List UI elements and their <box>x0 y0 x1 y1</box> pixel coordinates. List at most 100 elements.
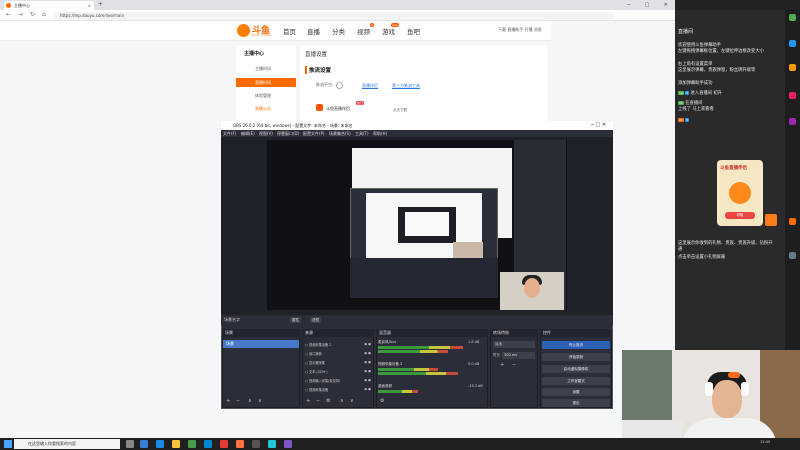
eye-icon[interactable]: ◉ ▣ <box>364 387 371 391</box>
new-tab-button[interactable]: + <box>98 1 103 8</box>
obs-window-controls[interactable]: ─ □ ✕ <box>591 122 606 128</box>
obs-menu-help[interactable]: 帮助(H) <box>373 130 387 137</box>
scenes-dock-title: 场景 <box>222 329 300 337</box>
eye-icon[interactable]: ◉ ▣ <box>364 378 371 382</box>
browser-icon[interactable] <box>156 440 164 448</box>
obs-menu-scene-collection[interactable]: 场景集合(S) <box>329 130 351 137</box>
gift-promo-button[interactable]: 领取 <box>725 212 755 219</box>
level-badge: 15 <box>678 101 684 105</box>
douyu-taskbar-icon[interactable] <box>236 440 244 448</box>
app-icon[interactable] <box>204 440 212 448</box>
exit-button[interactable]: 退出 <box>542 399 610 407</box>
add-scene-button[interactable]: + <box>226 398 230 404</box>
header-user-actions[interactable]: 下载 直播助手 开播 消息 <box>498 27 542 33</box>
tab-close-icon[interactable]: × <box>88 1 91 10</box>
eye-icon[interactable]: ◉ ▣ <box>364 369 371 373</box>
nav-home[interactable]: 首页 <box>283 26 296 36</box>
eye-icon[interactable]: ◉ ▣ <box>364 342 371 346</box>
transition-select[interactable]: 淡出 <box>493 341 535 348</box>
douyu-logo[interactable]: 斗鱼 DOUYU.COM <box>237 23 281 39</box>
close-window-icon[interactable]: ✕ <box>664 2 668 8</box>
obs-menu-edit[interactable]: 编辑(E) <box>241 130 255 137</box>
studio-mode-button[interactable]: 工作室模式 <box>542 377 610 385</box>
platform-radio[interactable] <box>336 82 343 89</box>
download-link[interactable]: 点击下载 <box>393 108 407 113</box>
forward-icon[interactable]: → <box>18 11 23 18</box>
remove-scene-button[interactable]: − <box>236 398 240 404</box>
tool-icon[interactable] <box>789 64 796 71</box>
nav-video[interactable]: 视频 3 <box>357 23 374 36</box>
stop-streaming-button[interactable]: 停止推流 <box>542 341 610 349</box>
eye-icon[interactable]: ◉ ▣ <box>364 351 371 355</box>
gift-side-icon[interactable] <box>765 214 777 226</box>
volume-slider[interactable] <box>378 372 458 375</box>
taskbar-search-input[interactable]: 在这里输入你要搜索的内容 <box>14 439 120 449</box>
app-icon[interactable] <box>284 440 292 448</box>
danmaku-line: 这里展示弹幕，贵族弹窗，粉丝牌升级等 <box>678 68 756 73</box>
source-down-button[interactable]: ∨ <box>350 398 354 404</box>
remove-transition-button[interactable]: − <box>512 362 516 368</box>
logo-subtext: DOUYU.COM <box>252 33 271 37</box>
obs-menu-view[interactable]: 视图(V) <box>259 130 273 137</box>
gift-shortcut-icon[interactable] <box>789 218 796 225</box>
menu-item-notice[interactable]: 直播公告 <box>236 104 296 113</box>
source-up-button[interactable]: ∧ <box>340 398 344 404</box>
source-item[interactable]: ▢ 视频采集设备 2 ◉ ▣ <box>305 342 371 347</box>
tool-icon[interactable] <box>789 92 796 99</box>
obs-menu-profile[interactable]: 配置文件(P) <box>303 130 325 137</box>
windows-start-icon[interactable] <box>4 440 12 448</box>
nav-live[interactable]: 直播 <box>307 26 320 36</box>
menu-item-streamer-time[interactable]: 主播时间 <box>236 64 296 73</box>
source-item[interactable]: ▢ 音频输入采集(麦克风) ◉ ▣ <box>305 378 371 383</box>
tool-icon[interactable] <box>789 14 796 21</box>
source-item[interactable]: ▢ 显示器采集 ◉ ▣ <box>305 360 371 365</box>
source-settings-icon[interactable]: ⚙ <box>326 398 330 404</box>
scene-up-button[interactable]: ∧ <box>248 398 252 404</box>
settings-button[interactable]: 设置 <box>542 388 610 396</box>
menu-item-experience[interactable]: 体验管理 <box>236 91 296 100</box>
app-icon[interactable] <box>268 440 276 448</box>
back-icon[interactable]: ← <box>6 11 11 18</box>
menu-item-live-time[interactable]: 直播时间 <box>236 78 296 87</box>
mixer-settings-icon[interactable]: ⚙ <box>380 398 384 404</box>
remove-source-button[interactable]: − <box>316 398 320 404</box>
app-icon[interactable] <box>188 440 196 448</box>
tool-icon[interactable] <box>789 118 796 125</box>
add-source-button[interactable]: + <box>306 398 310 404</box>
refresh-icon[interactable]: ↻ <box>30 11 35 18</box>
tool-icon[interactable] <box>789 252 796 259</box>
link-third-party[interactable]: 第三方推流工具 <box>392 83 420 89</box>
virtual-camera-button[interactable]: 启动虚拟摄像机 <box>542 365 610 373</box>
edge-icon[interactable] <box>140 440 148 448</box>
url-input[interactable]: https://mp.douyu.com/live/main <box>54 12 614 20</box>
link-live-assistant[interactable]: 直播伴侣 <box>362 83 378 89</box>
browser-tab[interactable]: 主播中心 × <box>4 1 94 10</box>
app-icon[interactable] <box>220 440 228 448</box>
nav-category[interactable]: 分类 <box>332 26 345 36</box>
source-item[interactable]: ▢ 文本 (GDI+) ◉ ▣ <box>305 369 371 374</box>
task-view-icon[interactable] <box>126 440 134 448</box>
nav-game[interactable]: 游戏 new <box>382 23 399 36</box>
eye-icon[interactable]: ◉ ▣ <box>364 360 371 364</box>
obs-menu-tools[interactable]: 工具(T) <box>355 130 369 137</box>
obs-menu-file[interactable]: 文件(F) <box>223 130 236 137</box>
start-recording-button[interactable]: 开始录制 <box>542 353 610 361</box>
minimize-icon[interactable]: ─ <box>627 2 630 8</box>
scene-filters-button[interactable]: 滤镜 <box>310 317 321 323</box>
obs-taskbar-icon[interactable] <box>252 440 260 448</box>
tool-icon[interactable] <box>789 40 796 47</box>
maximize-icon[interactable]: □ <box>645 2 650 8</box>
file-explorer-icon[interactable] <box>172 440 180 448</box>
obs-menu-dock[interactable]: 停靠窗口(D) <box>277 130 299 137</box>
source-item[interactable]: ▢ 视频采集设备 ◉ ▣ <box>305 387 371 392</box>
scene-properties-button[interactable]: 属性 <box>290 317 301 323</box>
scene-list-item[interactable]: 场景 <box>223 340 299 348</box>
scene-down-button[interactable]: ∨ <box>258 398 262 404</box>
add-transition-button[interactable]: + <box>500 362 504 368</box>
home-icon[interactable]: ⌂ <box>42 11 46 18</box>
duration-input[interactable]: 300 ms <box>502 352 535 359</box>
nav-fishbar[interactable]: 鱼吧 <box>407 26 420 36</box>
source-item[interactable]: ▢ 窗口捕获 ◉ ▣ <box>305 351 371 356</box>
volume-slider[interactable] <box>378 350 448 353</box>
gift-promo-card[interactable]: 斗鱼直播伴侣 领取 <box>717 160 763 226</box>
